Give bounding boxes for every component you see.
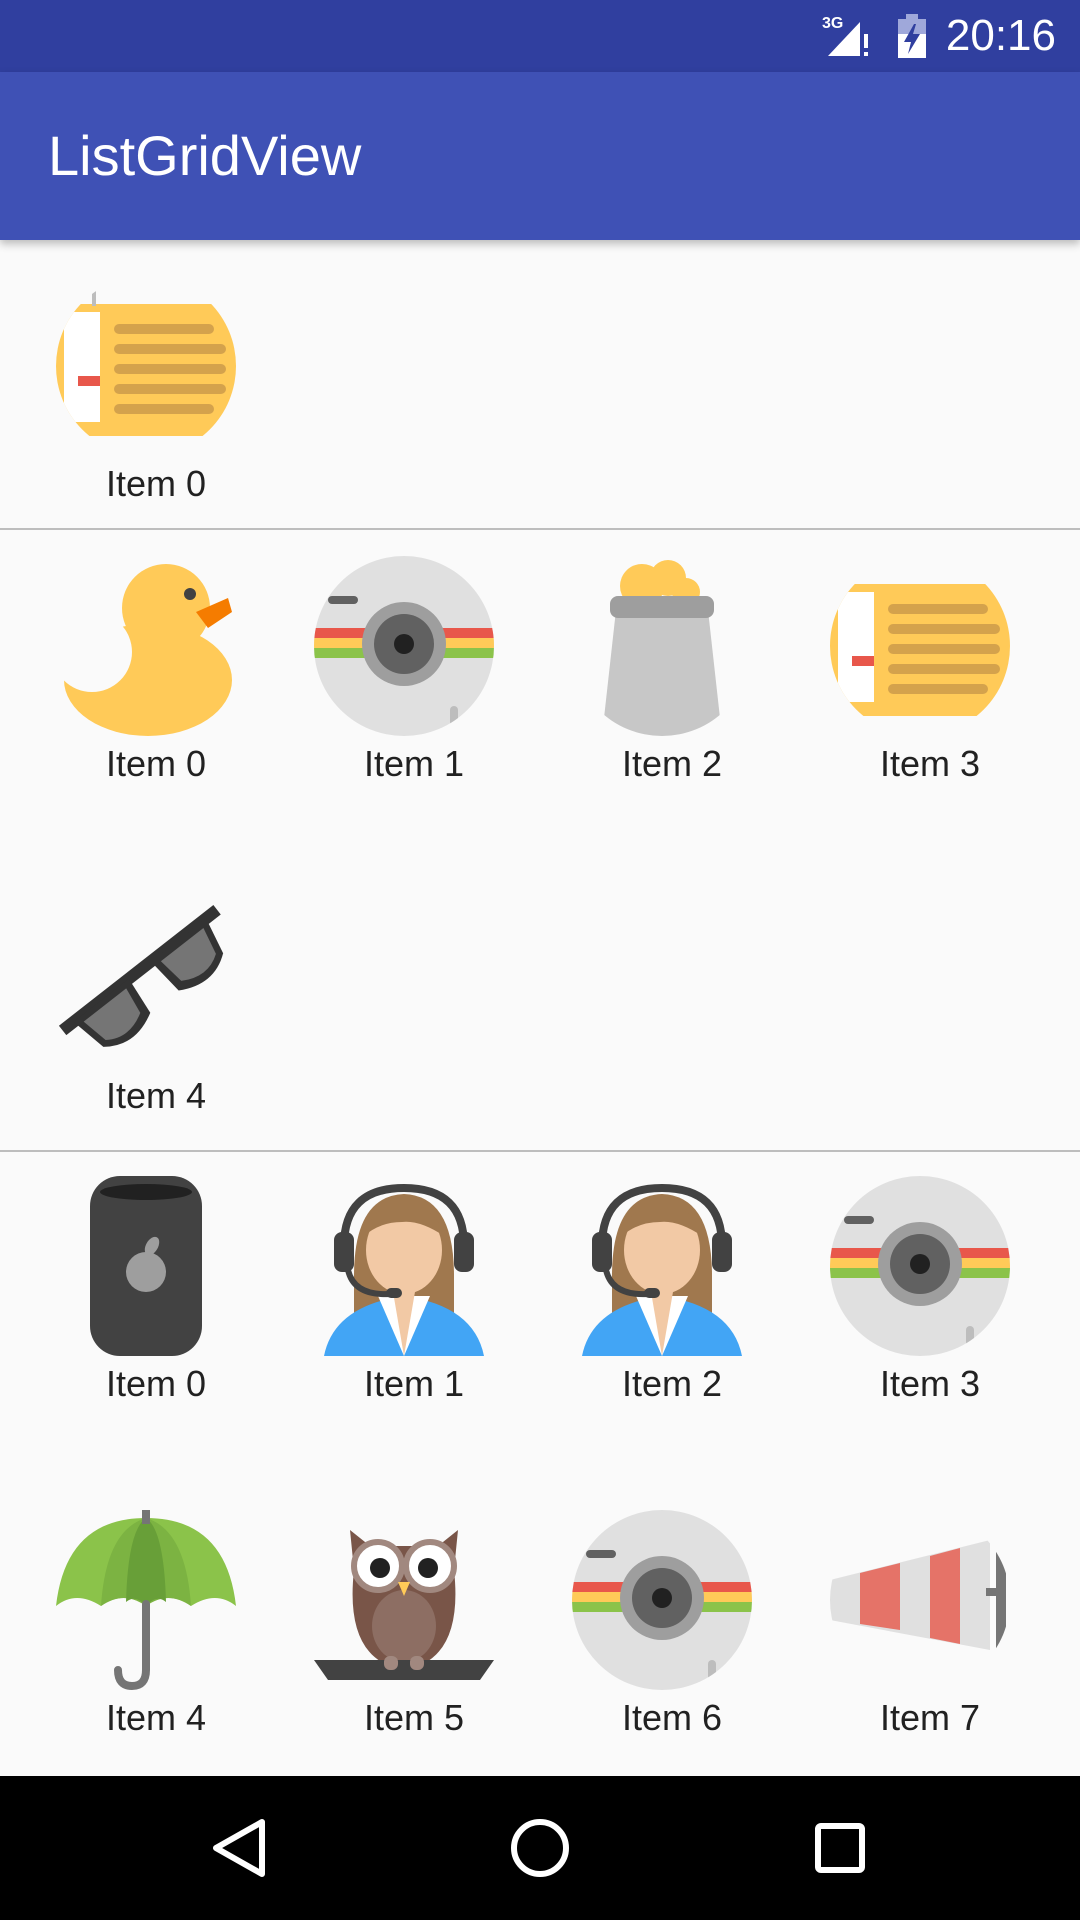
radio-icon <box>830 556 1010 736</box>
status-bar: 3G 20:16 <box>0 0 1080 72</box>
grid-item[interactable]: Item 6 <box>516 1498 774 1748</box>
windsock-icon <box>830 1510 1010 1690</box>
item-label: Item 0 <box>105 463 207 504</box>
grid-item[interactable]: Item 7 <box>774 1498 1032 1748</box>
list-item-section: Item 0 <box>0 240 1080 530</box>
grid-item[interactable]: Item 0 <box>0 264 258 514</box>
app-bar: ListGridView <box>0 72 1080 240</box>
duck-icon <box>56 556 236 736</box>
back-icon <box>213 1819 265 1877</box>
owl-icon <box>314 1510 494 1690</box>
support-agent-icon <box>572 1176 752 1356</box>
grid-item[interactable]: Item 1 <box>258 1164 516 1414</box>
camera-icon <box>314 556 494 736</box>
recents-button[interactable] <box>804 1812 876 1884</box>
item-label: Item 4 <box>105 1075 207 1116</box>
grid-item[interactable]: Item 5 <box>258 1498 516 1748</box>
cell-signal-icon: 3G <box>822 15 868 56</box>
sunglasses-icon <box>56 888 236 1068</box>
item-label: Item 3 <box>879 743 981 784</box>
radio-icon <box>56 276 236 456</box>
grid-item[interactable]: Item 3 <box>774 1164 1032 1414</box>
item-label: Item 7 <box>879 1697 981 1738</box>
list-content[interactable]: Item 0 Item 0 Item 1 Item 2 Item 3 Item … <box>0 240 1080 1776</box>
list-item-section: Item 0 <box>0 530 1080 1152</box>
grid-item[interactable]: Item 0 <box>0 1164 258 1414</box>
camera-icon <box>830 1176 1010 1356</box>
back-button[interactable] <box>204 1812 276 1884</box>
network-type: 3G <box>822 15 843 32</box>
app-title: ListGridView <box>48 124 362 187</box>
home-icon <box>511 1819 569 1877</box>
grid-item[interactable]: Item 4 <box>0 876 258 1126</box>
list-item-section: Item 0 Item 1 Item 2 Item 3 Item 4 Item … <box>0 1152 1080 1776</box>
camera-icon <box>572 1510 752 1690</box>
grid-item[interactable]: Item 1 <box>258 544 516 794</box>
beer-jar-icon <box>572 556 752 736</box>
clock: 20:16 <box>945 11 1056 60</box>
home-button[interactable] <box>504 1812 576 1884</box>
grid-item[interactable]: Item 0 <box>0 544 258 794</box>
support-agent-icon <box>314 1176 494 1356</box>
grid-item[interactable]: Item 4 <box>0 1498 258 1748</box>
grid-item[interactable]: Item 3 <box>774 544 1032 794</box>
grid-item[interactable]: Item 2 <box>516 1164 774 1414</box>
item-label: Item 3 <box>879 1363 981 1404</box>
mac-pro-icon <box>56 1176 236 1356</box>
recents-icon <box>815 1823 865 1873</box>
navigation-bar <box>0 1776 1080 1920</box>
grid-item[interactable]: Item 2 <box>516 544 774 794</box>
battery-icon <box>898 14 926 58</box>
umbrella-icon <box>56 1510 236 1690</box>
